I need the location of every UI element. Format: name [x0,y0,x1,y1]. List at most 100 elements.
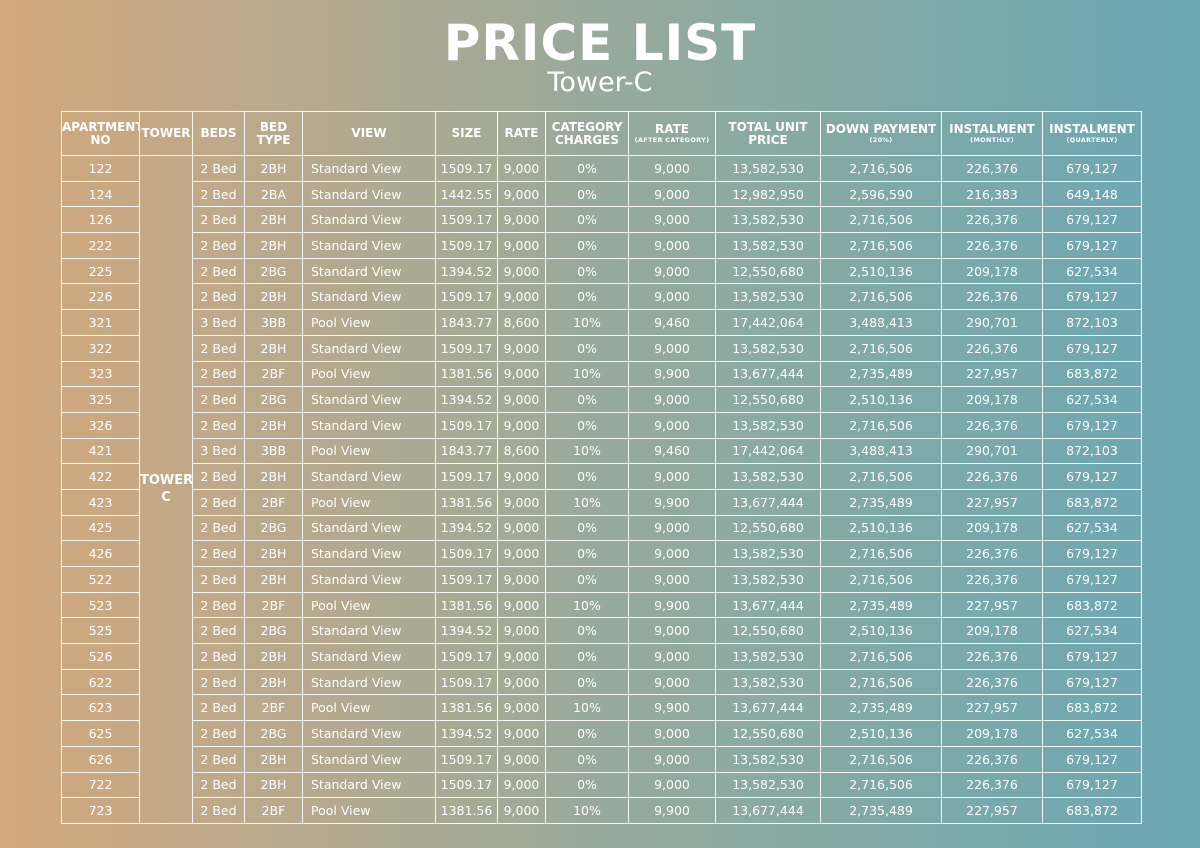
cell-beds: 2 Bed [192,360,245,388]
cell-down-payment: 2,735,489 [820,360,942,388]
cell-rate: 8,600 [497,437,546,465]
header-label: RATE [655,122,689,136]
cell-apartment-no: 723 [61,797,140,824]
cell-view: Standard View [302,514,436,542]
cell-down-payment: 2,716,506 [820,155,942,182]
cell-instalment-monthly: 226,376 [941,566,1043,593]
cell-down-payment: 2,735,489 [820,797,942,824]
cell-view: Standard View [302,643,436,670]
cell-size: 1394.52 [435,386,498,413]
cell-bed-type: 2BH [244,232,303,259]
cell-instalment-monthly: 227,957 [941,694,1043,722]
cell-apartment-no: 421 [61,437,140,465]
cell-rate-after-category: 9,000 [628,257,716,285]
cell-rate: 9,000 [497,232,546,259]
cell-rate: 9,000 [497,745,546,773]
cell-size: 1381.56 [435,488,498,516]
cell-instalment-monthly: 209,178 [941,720,1043,747]
cell-down-payment: 3,488,413 [820,437,942,465]
cell-view: Standard View [302,180,436,208]
cell-view: Pool View [302,488,436,516]
cell-instalment-quarterly: 679,127 [1042,668,1142,696]
cell-instalment-quarterly: 627,534 [1042,514,1142,542]
cell-instalment-quarterly: 679,127 [1042,411,1142,439]
cell-rate-after-category: 9,000 [628,463,716,490]
table-row: 422 2 Bed 2BH Standard View 1509.17 9,000 0% 9,… [61,463,1142,490]
table-row: 226 2 Bed 2BH Standard View 1509.17 9,000 0% 9,… [61,283,1142,311]
cell-rate-after-category: 9,900 [628,591,716,619]
table-row: 526 2 Bed 2BH Standard View 1509.17 9,000 0% 9,… [61,643,1142,670]
cell-beds: 2 Bed [192,540,245,567]
cell-size: 1509.17 [435,206,498,234]
cell-bed-type: 2BF [244,488,303,516]
header-label: TOTAL UNIT PRICE [728,119,808,147]
cell-beds: 2 Bed [192,386,245,413]
cell-view: Standard View [302,232,436,259]
cell-category-charges: 0% [545,232,629,259]
cell-beds: 2 Bed [192,334,245,362]
cell-beds: 2 Bed [192,257,245,285]
header-instalment-monthly: INSTALMENT (MONTHLY) [941,111,1043,156]
cell-beds: 2 Bed [192,694,245,722]
cell-rate: 8,600 [497,309,546,336]
cell-total-unit-price: 12,982,950 [715,180,821,208]
cell-total-unit-price: 17,442,064 [715,437,821,465]
cell-apartment-no: 722 [61,771,140,799]
cell-view: Pool View [302,694,436,722]
cell-category-charges: 0% [545,386,629,413]
cell-rate-after-category: 9,000 [628,334,716,362]
cell-apartment-no: 126 [61,206,140,234]
cell-beds: 2 Bed [192,155,245,182]
cell-rate-after-category: 9,460 [628,437,716,465]
table-row: 421 3 Bed 3BB Pool View 1843.77 8,600 10% 9,460… [61,437,1142,465]
cell-total-unit-price: 13,677,444 [715,591,821,619]
cell-apartment-no: 526 [61,643,140,670]
cell-down-payment: 2,716,506 [820,411,942,439]
cell-down-payment: 2,716,506 [820,771,942,799]
cell-rate-after-category: 9,000 [628,386,716,413]
cell-size: 1394.52 [435,617,498,645]
cell-category-charges: 0% [545,668,629,696]
cell-size: 1381.56 [435,797,498,824]
cell-instalment-quarterly: 627,534 [1042,257,1142,285]
cell-rate: 9,000 [497,720,546,747]
cell-view: Pool View [302,591,436,619]
header-label: VIEW [351,126,387,140]
cell-instalment-quarterly: 679,127 [1042,155,1142,182]
cell-instalment-quarterly: 679,127 [1042,566,1142,593]
table-row: 323 2 Bed 2BF Pool View 1381.56 9,000 10% 9,900… [61,360,1142,388]
cell-apartment-no: 124 [61,180,140,208]
cell-instalment-quarterly: 679,127 [1042,206,1142,234]
cell-instalment-monthly: 290,701 [941,309,1043,336]
cell-size: 1509.17 [435,668,498,696]
cell-total-unit-price: 13,582,530 [715,668,821,696]
table-row: 623 2 Bed 2BF Pool View 1381.56 9,000 10% 9,900… [61,694,1142,722]
cell-apartment-no: 625 [61,720,140,747]
cell-rate: 9,000 [497,514,546,542]
header-total-unit-price: TOTAL UNIT PRICE [715,111,821,156]
cell-view: Standard View [302,463,436,490]
cell-category-charges: 0% [545,411,629,439]
header-sublabel: (QUARTERLY) [1066,136,1118,144]
cell-bed-type: 3BB [244,309,303,336]
cell-beds: 2 Bed [192,797,245,824]
cell-bed-type: 2BG [244,386,303,413]
header-label: RATE [504,126,539,140]
cell-instalment-monthly: 227,957 [941,591,1043,619]
cell-rate: 9,000 [497,463,546,490]
cell-apartment-no: 522 [61,566,140,593]
cell-apartment-no: 626 [61,745,140,773]
cell-category-charges: 10% [545,694,629,722]
cell-down-payment: 2,716,506 [820,745,942,773]
table-row: 321 3 Bed 3BB Pool View 1843.77 8,600 10% 9,460… [61,309,1142,336]
cell-beds: 2 Bed [192,232,245,259]
cell-size: 1381.56 [435,360,498,388]
cell-instalment-quarterly: 683,872 [1042,797,1142,824]
header-label: APARTMENT NO [62,119,140,147]
header-view: VIEW [302,111,436,156]
header-apartment-no: APARTMENT NO [61,111,140,156]
cell-size: 1442.55 [435,180,498,208]
cell-size: 1509.17 [435,283,498,311]
cell-total-unit-price: 13,677,444 [715,360,821,388]
table-row: 426 2 Bed 2BH Standard View 1509.17 9,000 0% 9,… [61,540,1142,567]
